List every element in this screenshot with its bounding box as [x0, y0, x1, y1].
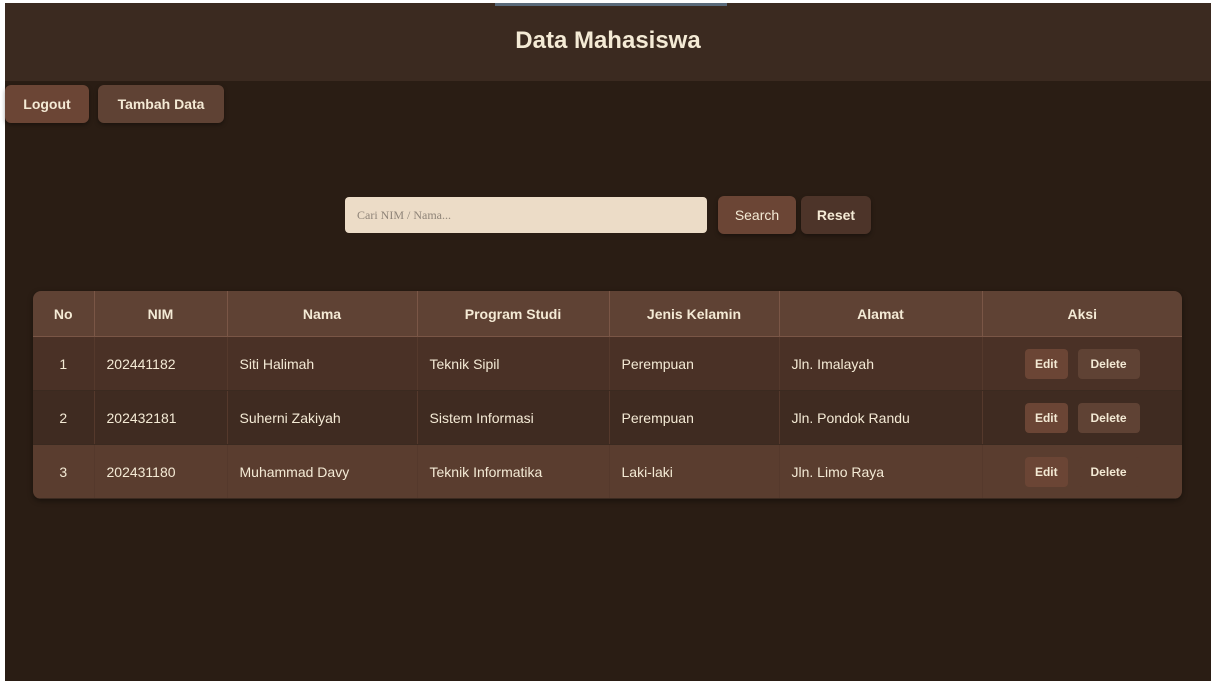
edit-button[interactable]: Edit: [1024, 348, 1068, 379]
cell-jenis-kelamin: Laki-laki: [609, 444, 780, 499]
cell-nama: Suherni Zakiyah: [227, 390, 418, 445]
table-header-row: No NIM Nama Program Studi Jenis Kelamin …: [33, 291, 1182, 337]
page: Data Mahasiswa Logout Tambah Data Search…: [5, 3, 1211, 681]
search-button[interactable]: Search: [718, 196, 796, 234]
cell-program-studi: Teknik Informatika: [417, 444, 610, 499]
column-header-no: No: [33, 291, 95, 337]
cell-aksi: Edit Delete: [982, 444, 1182, 499]
cell-alamat: Jln. Pondok Randu: [779, 390, 983, 445]
cell-nama: Muhammad Davy: [227, 444, 418, 499]
cell-nim: 202441182: [94, 336, 228, 391]
reset-button[interactable]: Reset: [801, 196, 871, 234]
page-title: Data Mahasiswa: [515, 27, 701, 54]
column-header-program-studi: Program Studi: [417, 291, 610, 337]
delete-button[interactable]: Delete: [1077, 402, 1140, 433]
cell-alamat: Jln. Limo Raya: [779, 444, 983, 499]
delete-button[interactable]: Delete: [1077, 456, 1140, 487]
column-header-nim: NIM: [94, 291, 228, 337]
cell-jenis-kelamin: Perempuan: [609, 336, 780, 391]
table-row: 1 202441182 Siti Halimah Teknik Sipil Pe…: [33, 336, 1182, 391]
edit-button[interactable]: Edit: [1024, 456, 1068, 487]
cell-no: 1: [33, 336, 95, 391]
cell-program-studi: Teknik Sipil: [417, 336, 610, 391]
top-accent-bar: [495, 3, 727, 6]
table-row: 3 202431180 Muhammad Davy Teknik Informa…: [33, 444, 1182, 499]
table-row: 2 202432181 Suherni Zakiyah Sistem Infor…: [33, 390, 1182, 445]
edit-button[interactable]: Edit: [1024, 402, 1068, 433]
cell-jenis-kelamin: Perempuan: [609, 390, 780, 445]
tambah-data-button[interactable]: Tambah Data: [98, 85, 224, 123]
column-header-alamat: Alamat: [779, 291, 983, 337]
column-header-jenis-kelamin: Jenis Kelamin: [609, 291, 780, 337]
logout-button[interactable]: Logout: [5, 85, 89, 123]
cell-nim: 202431180: [94, 444, 228, 499]
cell-nim: 202432181: [94, 390, 228, 445]
cell-no: 3: [33, 444, 95, 499]
cell-no: 2: [33, 390, 95, 445]
cell-aksi: Edit Delete: [982, 336, 1182, 391]
mahasiswa-table: No NIM Nama Program Studi Jenis Kelamin …: [33, 291, 1182, 499]
column-header-aksi: Aksi: [982, 291, 1182, 337]
cell-aksi: Edit Delete: [982, 390, 1182, 445]
delete-button[interactable]: Delete: [1077, 348, 1140, 379]
page-header: Data Mahasiswa: [5, 3, 1211, 81]
column-header-nama: Nama: [227, 291, 418, 337]
cell-nama: Siti Halimah: [227, 336, 418, 391]
cell-program-studi: Sistem Informasi: [417, 390, 610, 445]
search-input[interactable]: [345, 197, 707, 233]
cell-alamat: Jln. Imalayah: [779, 336, 983, 391]
